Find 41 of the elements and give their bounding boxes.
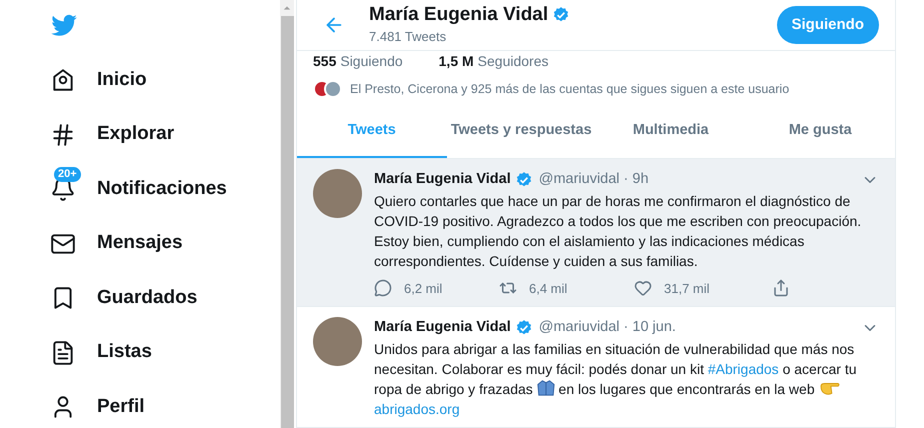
reply-count: 6,2 mil: [404, 280, 442, 298]
notification-badge: 20+: [54, 167, 81, 182]
profile-tab[interactable]: Multimedia: [596, 106, 746, 158]
stat-value[interactable]: 1,5 M: [438, 51, 474, 72]
jacket-icon: [536, 378, 555, 397]
profile-tab[interactable]: Tweets y respuestas: [446, 106, 596, 158]
tweet-separator: ·: [624, 318, 628, 337]
tweet-link[interactable]: #Abrigados: [708, 360, 779, 377]
tweet-handle: @mariuvidal: [538, 170, 620, 189]
tweet-text: Unidos para abrigar a las familias en situación de vulnerabilidad que más nos necesitan. Colaborar es muy fácil: podés donar un kit #Abrigados o acercar tu ropa de abrigo y frazadas en los lugares que encontrarás en la web abrigados.org: [374, 340, 858, 419]
profile-tab[interactable]: Me gusta: [746, 106, 895, 158]
tweet-card[interactable]: [297, 158, 895, 307]
like-icon[interactable]: [634, 279, 652, 298]
tweet-author[interactable]: María Eugenia Vidal: [374, 317, 511, 339]
tweet-author[interactable]: María Eugenia Vidal: [374, 168, 511, 190]
stat-label[interactable]: Siguiendo: [340, 51, 403, 72]
tweet-separator: ·: [624, 170, 628, 189]
nav-item[interactable]: Perfil: [50, 389, 280, 425]
tweet-text: Quiero contarles que hace un par de horas me confirmaron el diagnóstico de COVID-19 positivo. Agradezco a todos los que me escriben con preocupación. Estoy bien, cumpliendo con el aislamiento y las indicaciones médicas correspondientes. Cuídense y cuiden a sus familias.: [374, 192, 862, 270]
nav-item[interactable]: Guardados: [50, 280, 280, 316]
profile-name: María Eugenia Vidal: [369, 3, 548, 28]
scroll-up-icon[interactable]: [283, 4, 291, 12]
like-count: 31,7 mil: [664, 280, 710, 298]
followed-by-text[interactable]: El Presto, Cicerona y 925 más de las cuentas que sigues siguen a este usuario: [350, 80, 790, 99]
following-button[interactable]: Siguiendo: [776, 6, 879, 44]
tweet-link[interactable]: abrigados.org: [374, 400, 460, 417]
tweet-count: 7.481 Tweets: [369, 28, 448, 46]
tweet-time[interactable]: 9h: [632, 168, 649, 190]
stat-value[interactable]: 555: [313, 51, 336, 72]
stat-label[interactable]: Seguidores: [478, 51, 548, 72]
retweet-count: 6,4 mil: [529, 280, 568, 298]
tweet-handle: @mariuvidal: [538, 318, 620, 337]
reply-icon[interactable]: [374, 279, 392, 298]
avatar-placeholder: [313, 317, 362, 366]
nav-item[interactable]: Inicio: [50, 62, 280, 98]
nav-item[interactable]: Mensajes: [50, 226, 280, 262]
nav-item[interactable]: Listas: [50, 334, 280, 370]
nav-item[interactable]: Explorar: [50, 116, 280, 152]
tweet-time[interactable]: 10 jun.: [632, 317, 676, 339]
share-icon[interactable]: [772, 279, 790, 298]
avatar-placeholder: [313, 168, 362, 218]
